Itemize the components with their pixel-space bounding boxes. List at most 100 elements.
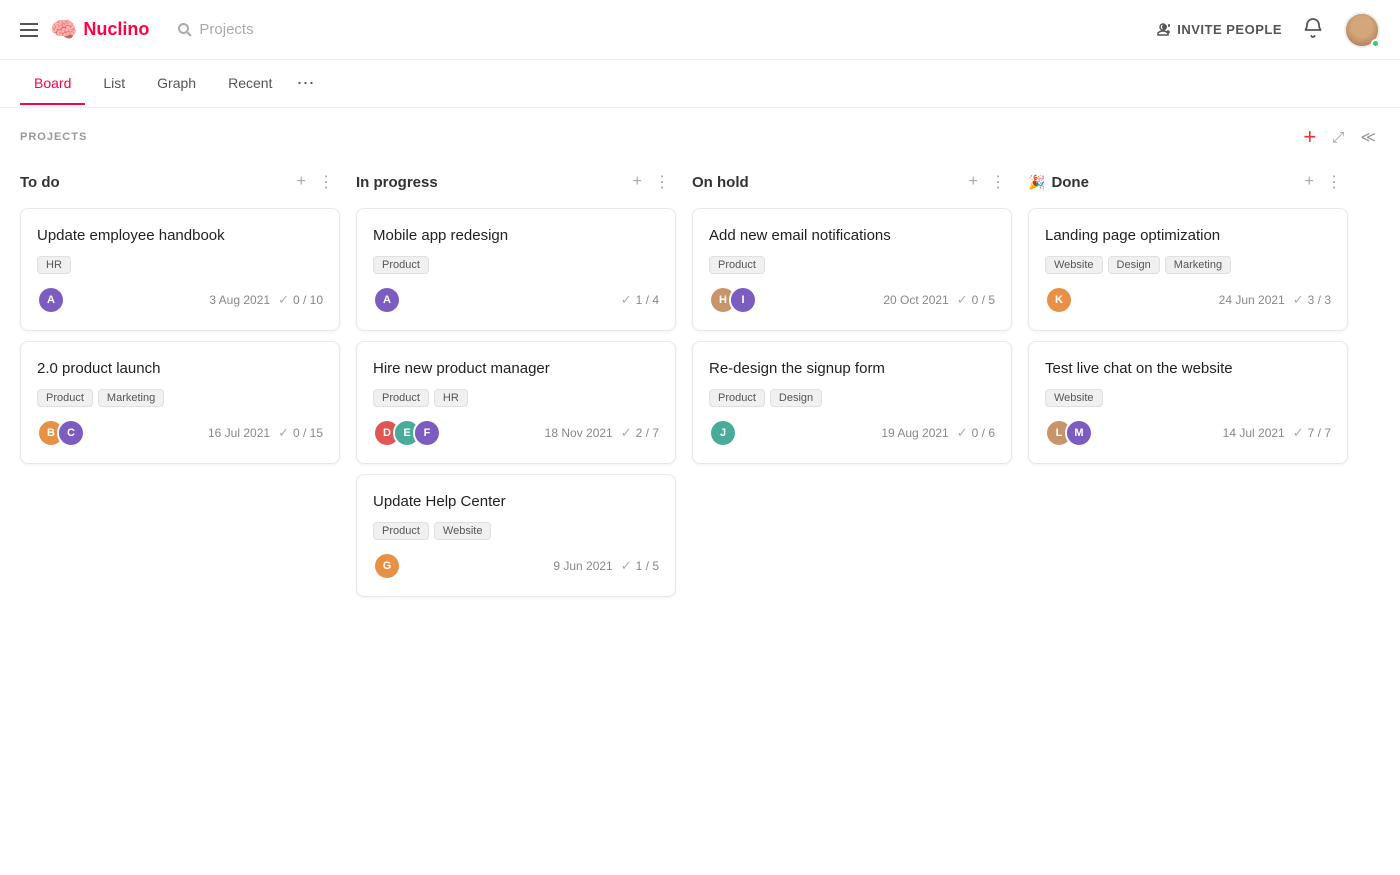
avatar: A (37, 286, 65, 314)
column-done-add[interactable]: + (1299, 171, 1320, 193)
card-tags: Product (709, 256, 995, 274)
column-done-header: 🎉 Done + ⋮ (1028, 166, 1348, 198)
card-tags: Product HR (373, 389, 659, 407)
card-title: Test live chat on the website (1045, 358, 1331, 379)
column-inprogress-title: In progress (356, 174, 627, 191)
board-columns: To do + ⋮ Update employee handbook HR A … (0, 158, 1400, 627)
online-status-dot (1371, 39, 1380, 48)
column-done-more[interactable]: ⋮ (1320, 170, 1348, 194)
avatar: C (57, 419, 85, 447)
avatar: F (413, 419, 441, 447)
header-left: 🧠 Nuclino Projects (20, 17, 254, 43)
notification-bell[interactable] (1302, 17, 1324, 42)
column-onhold-more[interactable]: ⋮ (984, 170, 1012, 194)
nav-tabs: Board List Graph Recent ⋯ (0, 60, 1400, 108)
card-title: 2.0 product launch (37, 358, 323, 379)
tab-recent[interactable]: Recent (214, 63, 286, 105)
card-avatars: G (373, 552, 401, 580)
card-meta: 19 Aug 2021 ✓0 / 6 (881, 425, 995, 441)
card-title: Add new email notifications (709, 225, 995, 246)
hamburger-menu[interactable] (20, 23, 38, 37)
column-onhold-add[interactable]: + (963, 171, 984, 193)
column-onhold: On hold + ⋮ Add new email notifications … (692, 166, 1012, 607)
app-header: 🧠 Nuclino Projects INVITE PEOPLE (0, 0, 1400, 60)
nav-more-button[interactable]: ⋯ (290, 65, 320, 102)
card-live-chat[interactable]: Test live chat on the website Website L … (1028, 341, 1348, 464)
card-hire-manager[interactable]: Hire new product manager Product HR D E … (356, 341, 676, 464)
card-title: Re-design the signup form (709, 358, 995, 379)
card-update-employee[interactable]: Update employee handbook HR A 3 Aug 2021… (20, 208, 340, 331)
card-avatars: B C (37, 419, 85, 447)
column-inprogress-header: In progress + ⋮ (356, 166, 676, 198)
column-inprogress: In progress + ⋮ Mobile app redesign Prod… (356, 166, 676, 607)
card-avatars: D E F (373, 419, 441, 447)
search-area[interactable]: Projects (177, 21, 253, 38)
card-progress: ✓2 / 7 (621, 425, 659, 441)
avatar: A (373, 286, 401, 314)
avatar: I (729, 286, 757, 314)
card-meta: 20 Oct 2021 ✓0 / 5 (883, 292, 995, 308)
column-todo-header: To do + ⋮ (20, 166, 340, 198)
card-meta: 24 Jun 2021 ✓3 / 3 (1219, 292, 1331, 308)
board-header: PROJECTS + ⤢ ≪ (0, 108, 1400, 158)
card-progress: ✓3 / 3 (1293, 292, 1331, 308)
card-progress: ✓7 / 7 (1293, 425, 1331, 441)
card-title: Update employee handbook (37, 225, 323, 246)
column-inprogress-add[interactable]: + (627, 171, 648, 193)
done-emoji-icon: 🎉 (1028, 174, 1045, 191)
collapse-button[interactable]: ≪ (1356, 128, 1380, 147)
avatar: K (1045, 286, 1073, 314)
card-date: 19 Aug 2021 (881, 426, 948, 440)
card-progress: ✓1 / 4 (621, 292, 659, 308)
card-product-launch[interactable]: 2.0 product launch Product Marketing B C… (20, 341, 340, 464)
column-inprogress-more[interactable]: ⋮ (648, 170, 676, 194)
card-meta: 16 Jul 2021 ✓0 / 15 (208, 425, 323, 441)
card-title: Hire new product manager (373, 358, 659, 379)
card-tags: Website Design Marketing (1045, 256, 1331, 274)
tag-marketing: Marketing (98, 389, 164, 407)
card-tags: Product (373, 256, 659, 274)
tag-marketing: Marketing (1165, 256, 1231, 274)
tag-website: Website (434, 522, 492, 540)
section-title: PROJECTS (20, 131, 87, 143)
card-help-center[interactable]: Update Help Center Product Website G 9 J… (356, 474, 676, 597)
logo-brain-icon: 🧠 (50, 17, 77, 43)
logo[interactable]: 🧠 Nuclino (50, 17, 149, 43)
column-todo-title: To do (20, 174, 291, 191)
search-placeholder: Projects (199, 21, 253, 38)
card-tags: Product Design (709, 389, 995, 407)
add-column-button[interactable]: + (1299, 124, 1320, 150)
card-date: 18 Nov 2021 (545, 426, 613, 440)
card-date: 9 Jun 2021 (553, 559, 612, 573)
card-progress: ✓1 / 5 (621, 558, 659, 574)
card-signup-form[interactable]: Re-design the signup form Product Design… (692, 341, 1012, 464)
tag-product: Product (709, 256, 765, 274)
card-avatars: L M (1045, 419, 1093, 447)
card-landing-page[interactable]: Landing page optimization Website Design… (1028, 208, 1348, 331)
column-todo-add[interactable]: + (291, 171, 312, 193)
tag-website: Website (1045, 389, 1103, 407)
column-onhold-title: On hold (692, 174, 963, 191)
card-footer: G 9 Jun 2021 ✓1 / 5 (373, 552, 659, 580)
tab-board[interactable]: Board (20, 63, 85, 105)
card-email-notifications[interactable]: Add new email notifications Product H I … (692, 208, 1012, 331)
card-footer: K 24 Jun 2021 ✓3 / 3 (1045, 286, 1331, 314)
tab-list[interactable]: List (89, 63, 139, 105)
tab-graph[interactable]: Graph (143, 63, 210, 105)
invite-people-button[interactable]: INVITE PEOPLE (1155, 22, 1282, 38)
card-footer: H I 20 Oct 2021 ✓0 / 5 (709, 286, 995, 314)
column-todo-more[interactable]: ⋮ (312, 170, 340, 194)
search-icon (177, 22, 193, 38)
card-mobile-app[interactable]: Mobile app redesign Product A ✓1 / 4 (356, 208, 676, 331)
expand-button[interactable]: ⤢ (1328, 128, 1348, 147)
check-icon: ✓ (621, 425, 632, 441)
check-icon: ✓ (621, 292, 632, 308)
card-progress: ✓0 / 10 (278, 292, 323, 308)
tag-hr: HR (434, 389, 468, 407)
avatar: J (709, 419, 737, 447)
card-meta: 14 Jul 2021 ✓7 / 7 (1223, 425, 1331, 441)
tag-website: Website (1045, 256, 1103, 274)
card-date: 14 Jul 2021 (1223, 426, 1285, 440)
user-avatar[interactable] (1344, 12, 1380, 48)
card-footer: L M 14 Jul 2021 ✓7 / 7 (1045, 419, 1331, 447)
